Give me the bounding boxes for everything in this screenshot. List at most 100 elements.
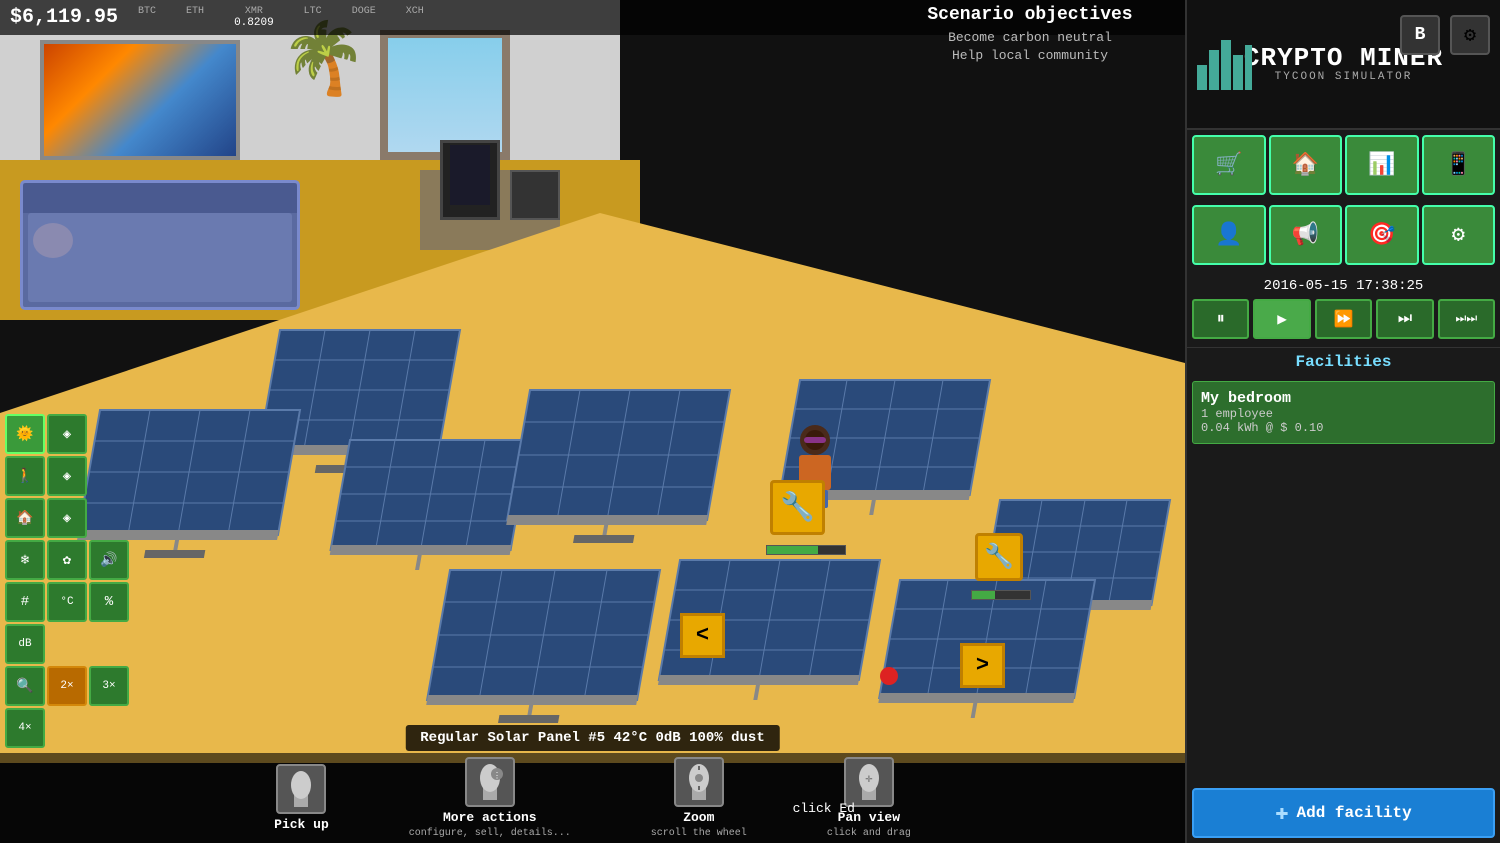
- facility-card[interactable]: My bedroom 1 employee 0.04 kWh @ $ 0.10: [1192, 381, 1495, 444]
- tool-sun[interactable]: 🌞: [5, 414, 45, 454]
- worker-progress-bar: [766, 545, 846, 555]
- tool-empty-2: [89, 456, 129, 496]
- facility-name: My bedroom: [1201, 390, 1486, 407]
- click-ed-label: click Ed: [793, 801, 855, 816]
- tool-temp[interactable]: ❄: [5, 540, 45, 580]
- svg-text:✛: ✛: [865, 772, 872, 786]
- game-area: 🌴: [0, 0, 1185, 843]
- btn-person[interactable]: 👤: [1192, 205, 1266, 265]
- crypto-eth-name: ETH: [186, 6, 204, 17]
- bar-chart-icon: [1197, 30, 1252, 95]
- action-pan[interactable]: ✛ Pan view click and drag: [827, 757, 911, 839]
- crypto-btc-name: BTC: [138, 6, 156, 17]
- btn-settings[interactable]: ⚙: [1422, 205, 1496, 265]
- indicator-dot: [880, 667, 898, 685]
- progress-bar-fill: [767, 546, 818, 554]
- btn-home[interactable]: 🏠: [1269, 135, 1343, 195]
- speed-play[interactable]: ▶: [1253, 299, 1310, 339]
- tool-zoom2[interactable]: 2×: [47, 666, 87, 706]
- tool-walk[interactable]: 🚶: [5, 456, 45, 496]
- crypto-eth: ETH: [186, 6, 204, 29]
- action-pickup-label: Pick up: [274, 817, 329, 832]
- tool-building[interactable]: 🏠: [5, 498, 45, 538]
- action-zoom-label: Zoom: [683, 810, 714, 825]
- tool-grid3[interactable]: ◈: [47, 498, 87, 538]
- tool-grid2[interactable]: ◈: [47, 456, 87, 496]
- tool-zoom4[interactable]: 4×: [5, 708, 45, 748]
- logo-badge[interactable]: B: [1400, 15, 1440, 55]
- speed-faster[interactable]: ⏭: [1376, 299, 1433, 339]
- speed-controls: ⏸ ▶ ⏩ ⏭ ⏭⏭: [1187, 299, 1500, 347]
- action-more-label: More actions: [443, 810, 537, 825]
- add-facility-plus: ✚: [1275, 800, 1288, 826]
- logo-settings-btn[interactable]: ⚙: [1450, 15, 1490, 55]
- tool-celsius[interactable]: °C: [47, 582, 87, 622]
- tool-sound[interactable]: 🔊: [89, 540, 129, 580]
- tool-empty-4: [47, 624, 87, 664]
- zoom-icon[interactable]: [674, 757, 724, 807]
- btn-shop[interactable]: 🛒: [1192, 135, 1266, 195]
- btn-mobile[interactable]: 📱: [1422, 135, 1496, 195]
- progress-bar-2-fill: [972, 591, 995, 599]
- crypto-ltc: LTC: [304, 6, 322, 29]
- icon-grid-row2: 👤 📢 🎯 ⚙: [1187, 200, 1500, 270]
- crypto-btc: BTC: [138, 6, 156, 29]
- tool-db[interactable]: dB: [5, 624, 45, 664]
- icon-grid-row1: 🛒 🏠 📊 📱: [1187, 130, 1500, 200]
- tool-hash[interactable]: #: [5, 582, 45, 622]
- crypto-doge-name: DOGE: [352, 6, 376, 17]
- btn-target[interactable]: 🎯: [1345, 205, 1419, 265]
- crypto-xch-name: XCH: [406, 6, 424, 17]
- tool-percent[interactable]: %: [89, 582, 129, 622]
- more-icon[interactable]: ⋮: [465, 757, 515, 807]
- bottom-bar: Pick up ⋮ More actions configure, sell, …: [0, 753, 1185, 843]
- add-facility-btn[interactable]: ✚ Add facility: [1192, 788, 1495, 838]
- crypto-xmr: XMR 0.8209: [234, 6, 274, 29]
- crypto-ltc-name: LTC: [304, 6, 322, 17]
- worker-2-progress-bar: [971, 590, 1031, 600]
- panel-info: Regular Solar Panel #5 42°C 0dB 100% dus…: [405, 725, 779, 751]
- btn-chart[interactable]: 📊: [1345, 135, 1419, 195]
- scenario-obj-1: Become carbon neutral: [890, 29, 1170, 47]
- speed-pause[interactable]: ⏸: [1192, 299, 1249, 339]
- tool-zoom3[interactable]: 3×: [89, 666, 129, 706]
- pickup-icon[interactable]: [276, 764, 326, 814]
- svg-text:⋮: ⋮: [493, 772, 501, 781]
- btn-megaphone[interactable]: 📢: [1269, 205, 1343, 265]
- balance: $6,119.95: [10, 6, 118, 29]
- action-zoom-sublabel: scroll the wheel: [651, 828, 747, 839]
- datetime: 2016-05-15 17:38:25: [1187, 270, 1500, 299]
- wrench-icon-2[interactable]: 🔧: [975, 533, 1023, 581]
- tool-grid1[interactable]: ◈: [47, 414, 87, 454]
- nav-arrow-right[interactable]: >: [960, 643, 1005, 688]
- action-pickup[interactable]: Pick up: [274, 764, 329, 832]
- tool-empty-3: [89, 498, 129, 538]
- action-pan-sublabel: click and drag: [827, 828, 911, 839]
- crypto-xmr-name: XMR: [245, 6, 263, 17]
- tool-zoom1[interactable]: 🔍: [5, 666, 45, 706]
- wrench-icon[interactable]: 🔧: [770, 480, 825, 535]
- speed-fast[interactable]: ⏩: [1315, 299, 1372, 339]
- left-toolbar: 🌞 ◈ 🚶 ◈ 🏠 ◈ ❄ ✿ 🔊 # °C % dB 🔍 2× 3× 4×: [5, 414, 129, 748]
- add-facility-label: Add facility: [1297, 804, 1412, 822]
- facility-employees: 1 employee: [1201, 407, 1486, 421]
- solar-panel-4: [503, 390, 730, 543]
- nav-arrow-left[interactable]: <: [680, 613, 725, 658]
- pan-icon[interactable]: ✛: [844, 757, 894, 807]
- solar-panel-7: [423, 570, 660, 723]
- crypto-xmr-value: 0.8209: [234, 17, 274, 29]
- wall-art: [40, 40, 240, 160]
- palm-tree: 🌴: [280, 30, 367, 100]
- speed-fastest[interactable]: ⏭⏭: [1438, 299, 1495, 339]
- scenario-objectives: Scenario objectives Become carbon neutra…: [890, 5, 1170, 65]
- tool-flower[interactable]: ✿: [47, 540, 87, 580]
- right-panel: CRYPTO MINER TYCOON SIMULATOR B ⚙ 🛒 🏠 📊 …: [1185, 0, 1500, 843]
- scenario-obj-2: Help local community: [890, 47, 1170, 65]
- action-zoom[interactable]: Zoom scroll the wheel: [651, 757, 747, 839]
- action-more-sublabel: configure, sell, details...: [409, 828, 571, 839]
- action-more[interactable]: ⋮ More actions configure, sell, details.…: [409, 757, 571, 839]
- solar-panel-3: [327, 440, 530, 570]
- tool-empty-5: [89, 624, 129, 664]
- facility-cost: 0.04 kWh @ $ 0.10: [1201, 421, 1486, 435]
- facilities-header: Facilities: [1187, 347, 1500, 376]
